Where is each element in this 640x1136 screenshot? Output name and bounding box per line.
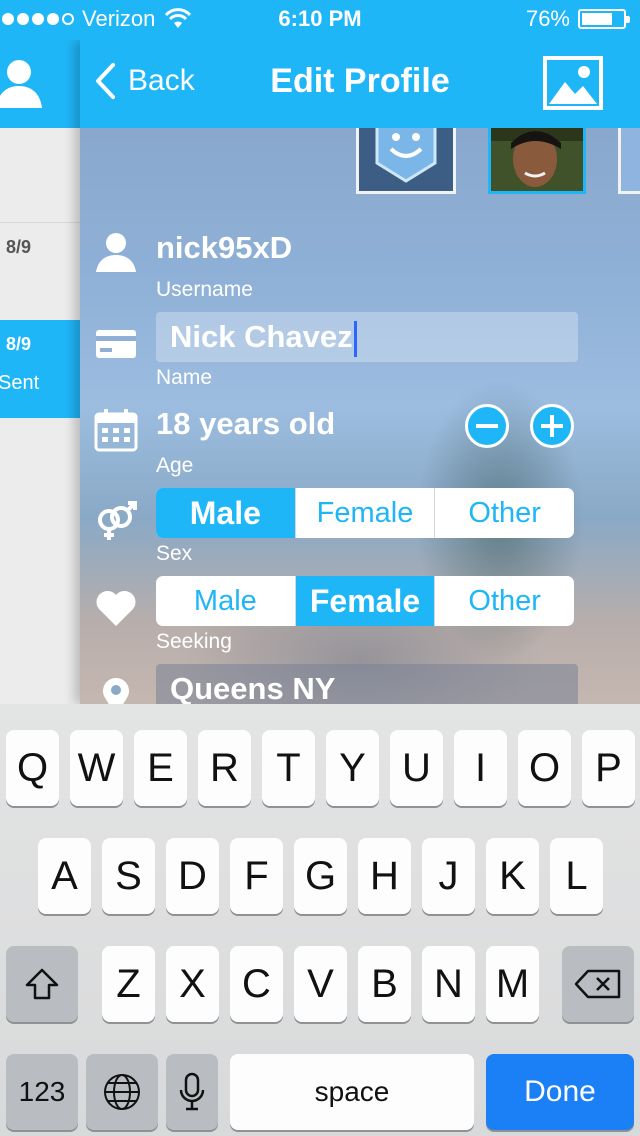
age-increase-button[interactable] xyxy=(530,404,574,448)
key-e[interactable]: E xyxy=(134,730,187,806)
keyboard: 123 space Done QWERTYUIOP ASDFGHJKL ZXCVBN… xyxy=(0,704,640,1136)
battery-group: 76% xyxy=(525,6,630,32)
gender-icon xyxy=(98,501,137,540)
key-z[interactable]: Z xyxy=(102,946,155,1022)
key-h[interactable]: H xyxy=(358,838,411,914)
key-m[interactable]: M xyxy=(486,946,539,1022)
key-v[interactable]: V xyxy=(294,946,347,1022)
mascot-image xyxy=(359,119,453,191)
seeking-option[interactable]: Male xyxy=(156,576,295,626)
username-value: nick95xD xyxy=(156,230,293,265)
dictation-key[interactable] xyxy=(166,1054,218,1130)
drawer-item-date: 8/9 xyxy=(6,237,32,257)
battery-icon xyxy=(578,9,630,29)
key-y[interactable]: Y xyxy=(326,730,379,806)
backspace-icon xyxy=(574,969,621,999)
seeking-segmented-control: Male Female Other xyxy=(156,576,574,626)
key-q[interactable]: Q xyxy=(6,730,59,806)
drawer-header[interactable] xyxy=(0,40,80,128)
heart-icon xyxy=(96,590,136,626)
key-x[interactable]: X xyxy=(166,946,219,1022)
conversations-drawer: 8/9 8/9 Sent xyxy=(0,40,80,704)
key-b[interactable]: B xyxy=(358,946,411,1022)
edit-profile-panel: Back Edit Profile nick95xD Username Nick… xyxy=(80,40,640,704)
key-f[interactable]: F xyxy=(230,838,283,914)
sex-label: Sex xyxy=(156,542,193,565)
drawer-item-status: Sent xyxy=(0,372,40,394)
key-g[interactable]: G xyxy=(294,838,347,914)
key-i[interactable]: I xyxy=(454,730,507,806)
person-icon xyxy=(96,233,136,272)
key-w[interactable]: W xyxy=(70,730,123,806)
globe-key[interactable] xyxy=(86,1054,158,1130)
key-p[interactable]: P xyxy=(582,730,635,806)
sex-option-label: Female xyxy=(316,496,414,529)
key-j[interactable]: J xyxy=(422,838,475,914)
key-c[interactable]: C xyxy=(230,946,283,1022)
location-pin-icon xyxy=(103,678,129,704)
sex-segmented-control: Male Female Other xyxy=(156,488,574,538)
key-l[interactable]: L xyxy=(550,838,603,914)
key-k[interactable]: K xyxy=(486,838,539,914)
key-d[interactable]: D xyxy=(166,838,219,914)
person-icon[interactable] xyxy=(0,56,44,110)
navigation-bar: Back Edit Profile xyxy=(80,40,640,128)
sex-option[interactable]: Female xyxy=(294,488,435,538)
done-key[interactable]: Done xyxy=(486,1054,634,1130)
username-label: Username xyxy=(156,278,253,301)
portrait-image xyxy=(491,119,583,191)
age-value: 18 years old xyxy=(156,406,336,441)
delete-key[interactable] xyxy=(562,946,634,1022)
location-input-text: Queens NY xyxy=(170,671,336,704)
shift-key[interactable] xyxy=(6,946,78,1022)
key-o[interactable]: O xyxy=(518,730,571,806)
drawer-item-date: 8/9 xyxy=(6,334,32,354)
drawer-item[interactable]: 8/9 xyxy=(0,222,80,320)
key-u[interactable]: U xyxy=(390,730,443,806)
sex-option-label: Other xyxy=(468,496,541,529)
sex-option[interactable]: Other xyxy=(434,488,574,538)
battery-percent: 76% xyxy=(525,6,570,31)
key-s[interactable]: S xyxy=(102,838,155,914)
globe-icon xyxy=(104,1074,140,1110)
seeking-option-label: Other xyxy=(468,584,541,617)
shift-icon xyxy=(25,968,59,1000)
key-t[interactable]: T xyxy=(262,730,315,806)
seeking-option-label: Female xyxy=(309,582,421,619)
age-decrease-button[interactable] xyxy=(465,404,509,448)
image-icon[interactable] xyxy=(543,56,603,110)
sex-option-label: Male xyxy=(189,494,261,531)
age-label: Age xyxy=(156,454,194,477)
drawer-item-active[interactable]: 8/9 Sent xyxy=(0,320,80,418)
battery-tip xyxy=(626,16,630,23)
status-bar: Verizon 6:10 PM 76% xyxy=(0,0,640,40)
calendar-icon xyxy=(94,409,138,452)
seeking-option-label: Male xyxy=(193,584,257,617)
id-card-icon xyxy=(96,330,136,358)
seeking-option[interactable]: Female xyxy=(294,576,435,626)
location-input[interactable]: Queens NY xyxy=(156,664,578,704)
name-input-text: Nick Chavez xyxy=(170,319,353,354)
seeking-option[interactable]: Other xyxy=(434,576,574,626)
battery-fill xyxy=(582,13,612,25)
key-n[interactable]: N xyxy=(422,946,475,1022)
name-label: Name xyxy=(156,366,213,389)
text-cursor xyxy=(353,320,357,357)
key-r[interactable]: R xyxy=(198,730,251,806)
sex-option[interactable]: Male xyxy=(156,488,295,538)
numbers-key[interactable]: 123 xyxy=(6,1054,78,1130)
name-input[interactable]: Nick Chavez xyxy=(156,312,578,362)
seeking-label: Seeking xyxy=(156,630,232,653)
space-key[interactable]: space xyxy=(230,1054,474,1130)
microphone-icon xyxy=(179,1072,205,1111)
key-a[interactable]: A xyxy=(38,838,91,914)
